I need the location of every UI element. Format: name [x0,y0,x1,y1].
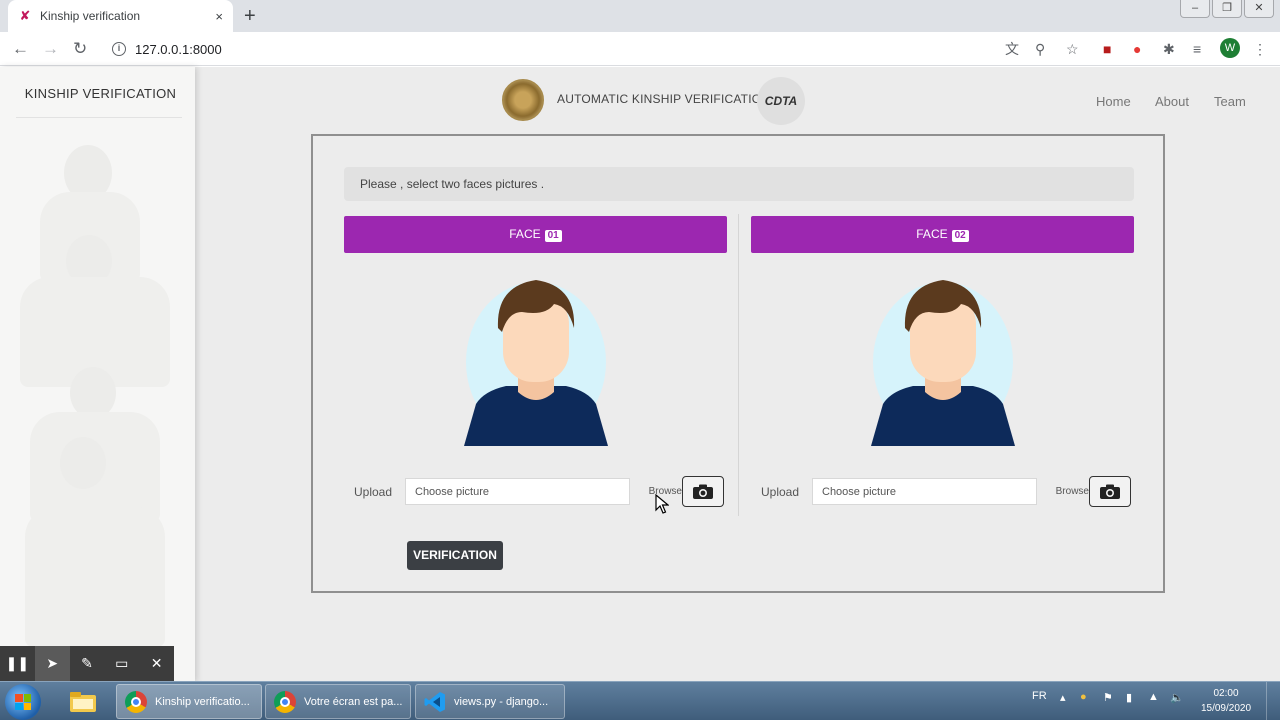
browse-button[interactable]: Browse [1056,486,1089,497]
task-label: Kinship verificatio... [155,695,250,708]
tray-expand-icon[interactable]: ▴ [1060,691,1066,704]
file-explorer-icon[interactable] [58,684,108,719]
restore-button[interactable]: ❐ [1212,0,1242,18]
university-seal-logo [502,79,544,121]
face-header-label: FACE [509,227,541,241]
nav-link-about[interactable]: About [1155,94,1189,109]
camera-icon [693,484,713,499]
face-number-badge: 01 [544,230,562,242]
browser-tabstrip: ✘ Kinship verification × + – ❐ ✕ [0,0,1280,32]
minimize-button[interactable]: – [1180,0,1210,18]
mouse-pointer-icon [655,494,669,514]
task-label: Votre écran est pa... [304,695,403,708]
face-01-header[interactable]: FACE 01 [344,216,727,253]
face-01-placeholder-avatar[interactable] [450,276,622,448]
menu-kebab-icon[interactable]: ⋮ [1253,40,1267,58]
close-window-button[interactable]: ✕ [1244,0,1274,18]
instruction-notice: Please , select two faces pictures . [344,167,1134,201]
action-center-icon[interactable]: ⚑ [1103,691,1113,704]
recorder-extension-icon[interactable]: ● [1133,40,1141,58]
back-arrow-icon[interactable]: ← [12,38,29,60]
windows-taskbar: Kinship verificatio... Votre écran est p… [0,681,1280,720]
column-divider [738,214,739,516]
extensions-puzzle-icon[interactable]: ✱ [1163,40,1175,58]
face-number-badge: 02 [951,230,969,242]
system-clock[interactable]: 02:00 15/09/2020 [1196,686,1256,716]
language-indicator[interactable]: FR [1032,690,1047,702]
upload-label: Upload [761,485,800,499]
face-01-upload-row: Upload Choose picture Browse [344,476,744,508]
web-page: KINSHIP VERIFICATION AUTOMATIC KINSHIP V… [0,67,1280,682]
face-header-label: FACE [916,227,948,241]
face-02-upload-row: Upload Choose picture Browse [751,476,1151,508]
nav-link-home[interactable]: Home [1096,94,1131,109]
file-placeholder: Choose picture [415,485,489,498]
face-02-camera-button[interactable] [1089,476,1131,507]
sidebar-brand[interactable]: KINSHIP VERIFICATION [18,86,183,101]
taskbar-item-screen-share[interactable]: Votre écran est pa... [265,684,411,719]
chrome-icon [125,690,147,713]
browser-toolbar: ← → ↻ i 127.0.0.1:8000 文 ⚲ ☆ ■ ● ✱ ≡ ⋮ [0,32,1280,66]
verification-button[interactable]: VERIFICATION [407,541,503,570]
address-bar[interactable]: i 127.0.0.1:8000 [104,36,1094,62]
pause-icon[interactable]: ❚❚ [0,646,35,681]
task-label: views.py - django... [454,695,549,708]
cdta-logo: CDTA [757,77,805,125]
verification-panel: Please , select two faces pictures . FAC… [311,134,1165,593]
app-title: AUTOMATIC KINSHIP VERIFICATION [557,92,771,106]
tray-app-icon[interactable]: ● [1080,691,1087,703]
translate-icon[interactable]: 文 [1005,40,1019,58]
taskbar-item-vscode[interactable]: views.py - django... [415,684,565,719]
vscode-icon [424,691,445,712]
battery-icon[interactable]: ▮ [1126,691,1132,704]
face-02-file-input[interactable]: Choose picture Browse [812,478,1089,505]
taskbar-item-kinship[interactable]: Kinship verificatio... [116,684,262,719]
eraser-tool-icon[interactable]: ▭ [104,646,139,681]
window-controls: – ❐ ✕ [1180,0,1274,18]
face-02-placeholder-avatar[interactable] [857,276,1029,448]
browser-tab-active[interactable]: ✘ Kinship verification × [8,0,233,32]
pointer-tool-icon[interactable]: ➤ [34,646,70,681]
url-text: 127.0.0.1:8000 [135,41,222,57]
bookmark-star-icon[interactable]: ☆ [1066,40,1079,58]
reload-icon[interactable]: ↻ [73,38,87,60]
tab-title: Kinship verification [40,9,141,23]
screen-recorder-toolbar: ❚❚ ➤ ✎ ▭ ✕ [0,646,174,681]
nav-link-team[interactable]: Team [1214,94,1246,109]
clock-date: 15/09/2020 [1200,703,1252,714]
reading-list-icon[interactable]: ≡ [1193,40,1201,58]
sidebar-divider [16,117,182,118]
show-desktop-button[interactable] [1266,682,1280,720]
dna-favicon-icon: ✘ [19,8,31,23]
network-signal-icon[interactable]: ▲ [1148,691,1159,703]
clock-time: 02:00 [1213,688,1239,699]
camera-icon [1100,484,1120,499]
zoom-icon[interactable]: ⚲ [1035,40,1045,58]
upload-label: Upload [354,485,393,499]
chrome-icon [274,690,296,713]
forward-arrow-icon[interactable]: → [42,38,59,60]
top-navigation: AUTOMATIC KINSHIP VERIFICATION CDTA Home… [195,67,1280,133]
pdf-extension-icon[interactable]: ■ [1103,40,1111,58]
start-button[interactable] [5,684,41,720]
volume-icon[interactable]: 🔈 [1170,691,1184,704]
pen-tool-icon[interactable]: ✎ [70,646,105,681]
face-01-file-input[interactable]: Choose picture Browse [405,478,682,505]
close-recorder-icon[interactable]: ✕ [139,646,174,681]
file-placeholder: Choose picture [822,485,896,498]
new-tab-button[interactable]: + [244,5,256,27]
site-info-icon[interactable]: i [112,42,126,56]
tab-close-icon[interactable]: × [215,9,223,24]
windows-logo-icon [15,694,31,710]
profile-avatar[interactable]: W [1220,38,1240,58]
face-02-header[interactable]: FACE 02 [751,216,1134,253]
sidebar: KINSHIP VERIFICATION [0,67,195,682]
face-01-camera-button[interactable] [682,476,724,507]
